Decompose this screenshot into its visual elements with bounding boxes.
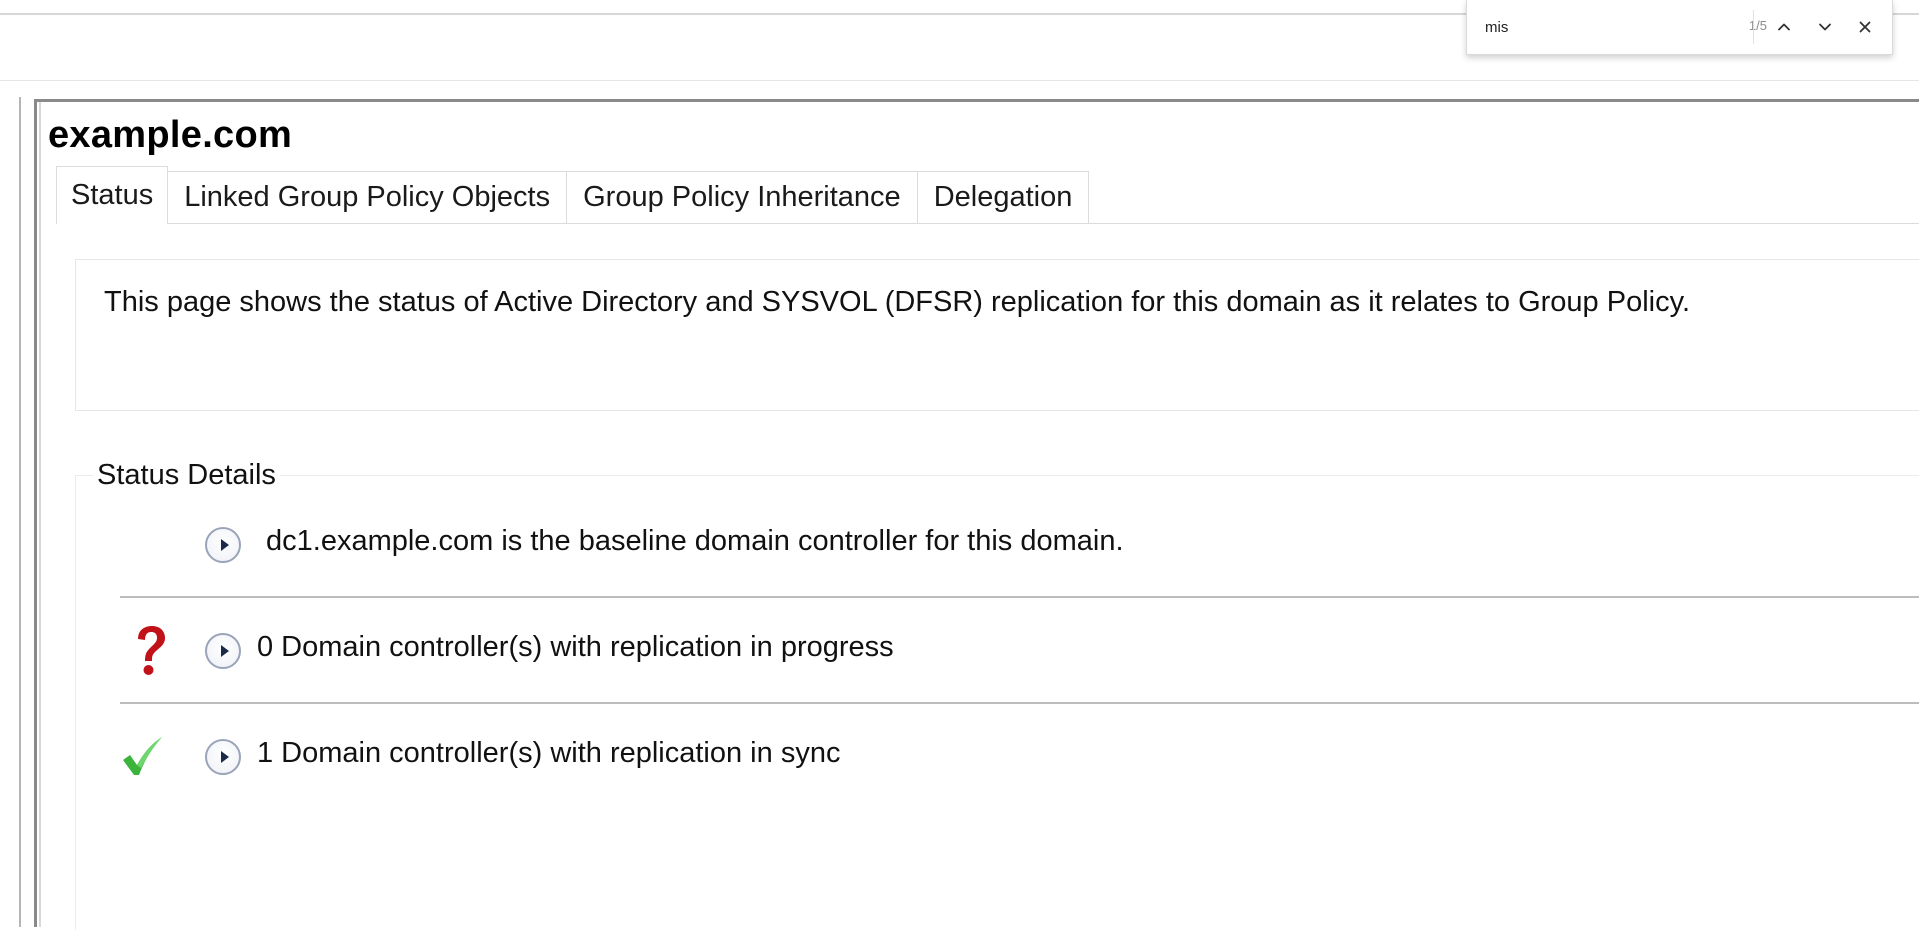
find-next-button[interactable] bbox=[1809, 11, 1841, 43]
status-row-baseline: dc1.example.com is the baseline domain c… bbox=[76, 517, 1919, 577]
tab-label: Delegation bbox=[933, 181, 1073, 213]
tab-label: Status bbox=[71, 179, 154, 211]
expand-button[interactable] bbox=[205, 633, 241, 669]
status-row-text: 0 Domain controller(s) with replication … bbox=[257, 631, 894, 663]
checkmark-icon bbox=[120, 729, 164, 785]
chevron-up-icon bbox=[1778, 23, 1790, 31]
find-divider bbox=[1753, 10, 1754, 44]
find-input[interactable] bbox=[1485, 16, 1665, 38]
page-title: example.com bbox=[48, 114, 293, 156]
expand-button[interactable] bbox=[205, 527, 241, 563]
tab-label: Linked Group Policy Objects bbox=[184, 181, 551, 213]
find-close-button[interactable] bbox=[1849, 11, 1881, 43]
tab-strip: Status Linked Group Policy Objects Group… bbox=[56, 166, 1090, 224]
play-icon bbox=[220, 539, 229, 551]
tab-label: Group Policy Inheritance bbox=[583, 181, 901, 213]
row-divider bbox=[120, 702, 1919, 704]
play-icon bbox=[220, 645, 229, 657]
left-pane-edge bbox=[0, 97, 21, 927]
tab-group-policy-inheritance[interactable]: Group Policy Inheritance bbox=[566, 171, 918, 223]
expand-button[interactable] bbox=[205, 739, 241, 775]
status-row-text: 1 Domain controller(s) with replication … bbox=[257, 737, 841, 769]
intro-text: This page shows the status of Active Dir… bbox=[104, 286, 1691, 318]
question-mark-icon bbox=[128, 623, 172, 679]
status-row-in-sync: 1 Domain controller(s) with replication … bbox=[76, 729, 1919, 789]
find-match-count: 1/5 bbox=[1748, 18, 1767, 33]
gpmc-status-panel: example.com Status Linked Group Policy O… bbox=[34, 99, 1919, 930]
tab-status[interactable]: Status bbox=[56, 166, 169, 224]
close-icon bbox=[1859, 21, 1871, 33]
status-row-text: dc1.example.com is the baseline domain c… bbox=[266, 525, 1124, 557]
tab-linked-group-policy-objects[interactable]: Linked Group Policy Objects bbox=[167, 171, 568, 223]
status-row-in-progress: 0 Domain controller(s) with replication … bbox=[76, 623, 1919, 683]
toolbar-separator bbox=[0, 80, 1919, 81]
tab-strip-baseline bbox=[56, 223, 1919, 224]
status-details-group: dc1.example.com is the baseline domain c… bbox=[75, 475, 1919, 930]
row-divider bbox=[120, 596, 1919, 598]
find-previous-button[interactable] bbox=[1768, 11, 1800, 43]
find-bar: 1/5 bbox=[1466, 0, 1893, 55]
intro-box: This page shows the status of Active Dir… bbox=[75, 259, 1919, 411]
status-details-legend: Status Details bbox=[93, 459, 280, 492]
play-icon bbox=[220, 751, 229, 763]
tab-delegation[interactable]: Delegation bbox=[916, 171, 1090, 223]
chevron-down-icon bbox=[1819, 23, 1831, 31]
